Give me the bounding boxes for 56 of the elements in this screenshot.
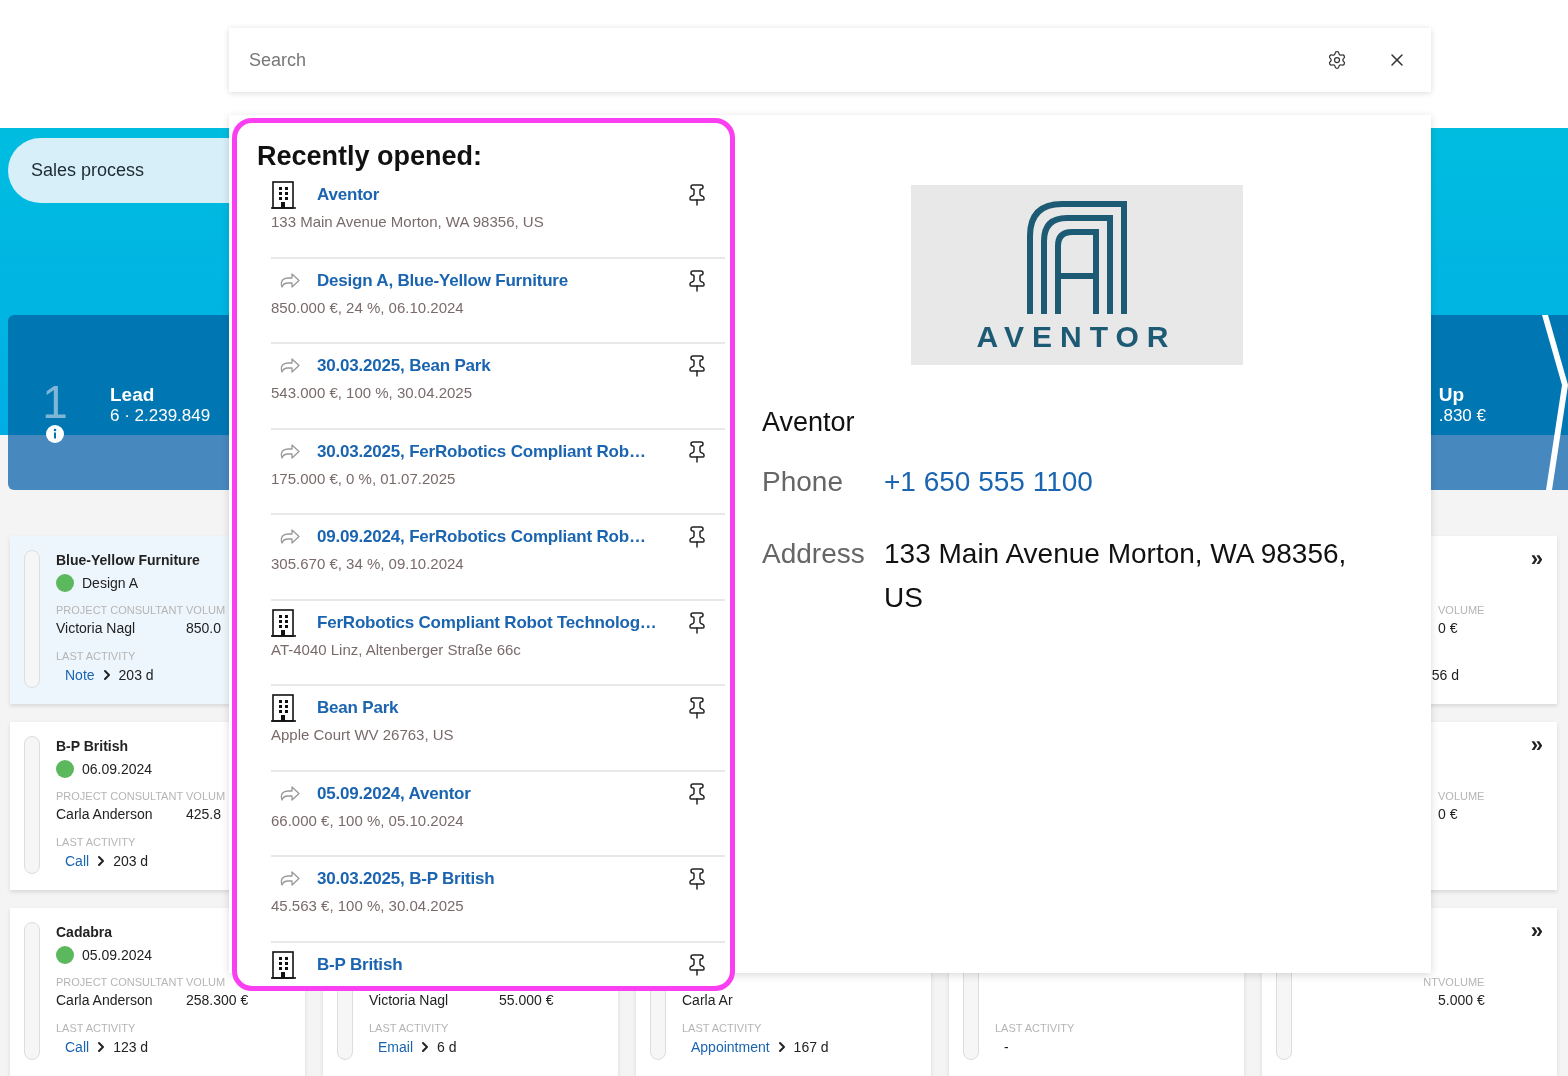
volume-value: 0 € <box>1438 620 1458 636</box>
activity-age: - <box>1004 1039 1009 1055</box>
volume-value: 55.000 € <box>499 992 554 1008</box>
record-title: Aventor <box>762 407 856 438</box>
card-title: B-P British <box>56 738 129 754</box>
volume-value: 0 € <box>1438 806 1458 822</box>
field-label: LAST ACTIVITY <box>369 1022 449 1034</box>
field-label: VOLUM <box>186 604 226 616</box>
field-value: 133 Main Avenue Morton, WA 98356, US <box>884 537 1348 615</box>
field-label: VOLUM <box>186 976 226 988</box>
item-subtitle: 850.000 €, 24 %, 06.10.2024 <box>271 298 465 316</box>
field-label: LAST ACTIVITY <box>995 1022 1075 1034</box>
field-label: Phone <box>762 465 844 499</box>
activity-age: 203 d <box>113 853 149 869</box>
field-label: LAST ACTIVITY <box>56 650 136 662</box>
field-label: NT <box>1423 976 1438 988</box>
item-subtitle: 133 Main Avenue Morton, WA 98356, US <box>271 213 545 230</box>
field-label: VOLUME <box>1438 790 1485 802</box>
volume-value: 258.300 € <box>186 992 249 1008</box>
field-label: PROJECT CONSULTANT <box>56 604 184 616</box>
activity-age: 167 d <box>793 1039 829 1055</box>
field-label: LAST ACTIVITY <box>56 836 136 848</box>
field-label: LAST ACTIVITY <box>682 1022 762 1034</box>
consultant-name: Carla Anderson <box>56 806 153 822</box>
consultant-name: Victoria Nagl <box>369 992 449 1008</box>
card-title: Cadabra <box>56 924 113 940</box>
activity-age: 56 d <box>1431 667 1459 683</box>
activity-age: 123 d <box>113 1039 149 1055</box>
stage-name: Up <box>1438 384 1466 406</box>
field-label: PROJECT CONSULTANT <box>56 976 184 988</box>
stage-summary: .830 € <box>1438 406 1486 426</box>
status-text: 06.09.2024 <box>82 761 153 777</box>
field-label: Address <box>762 537 866 571</box>
consultant-name: Victoria Nagl <box>56 620 136 636</box>
item-subtitle: 543.000 €, 100 %, 30.04.2025 <box>271 384 473 401</box>
field-label: PROJECT CONSULTANT <box>56 790 184 802</box>
consultant-name: Carla Ar <box>682 992 733 1008</box>
pipeline-name: Sales process <box>31 160 145 181</box>
stage-summary: 6 · 2.239.849 <box>110 406 211 426</box>
status-text: Design A <box>82 575 139 591</box>
activity-age: 6 d <box>437 1039 457 1055</box>
volume-value: 850.0 <box>186 620 222 636</box>
field-label: VOLUM <box>186 790 226 802</box>
field-label: VOLUME <box>1438 976 1485 988</box>
consultant-name: Carla Anderson <box>56 992 153 1008</box>
field-label: LAST ACTIVITY <box>56 1022 136 1034</box>
card-title: Blue-Yellow Furniture <box>56 552 200 568</box>
volume-value: 5.000 € <box>1438 992 1485 1008</box>
stage-name: Lead <box>110 384 156 406</box>
activity-age: 203 d <box>118 667 154 683</box>
item-subtitle: 175.000 €, 0 %, 01.07.2025 <box>271 469 457 487</box>
status-text: 05.09.2024 <box>82 947 153 963</box>
field-label: VOLUME <box>1438 604 1485 616</box>
volume-value: 425.8 <box>186 806 222 822</box>
logo-text: AVENTOR <box>976 320 1177 354</box>
stage-number: 1 <box>42 379 68 425</box>
